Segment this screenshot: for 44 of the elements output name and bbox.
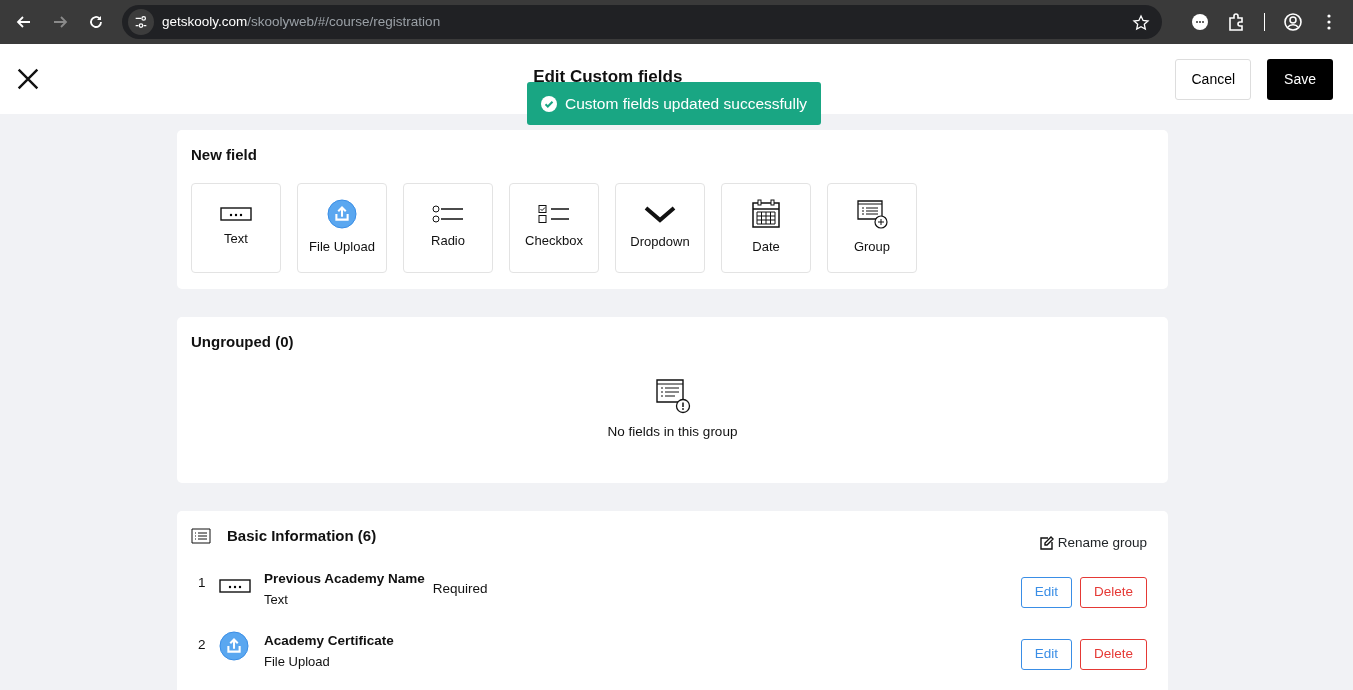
row-number: 2 <box>197 636 207 655</box>
field-type-tile[interactable]: Text <box>191 182 281 273</box>
upload-icon <box>327 198 357 229</box>
field-name: Academy Certificate <box>264 632 394 651</box>
success-toast: Custom fields updated successfully <box>527 82 822 126</box>
radio-list-icon <box>432 204 464 223</box>
card-title: New field <box>191 145 258 165</box>
input-box-icon <box>219 578 251 593</box>
reload-icon[interactable] <box>87 13 105 31</box>
group-title: Basic Information (6) <box>227 526 377 546</box>
site-settings-icon[interactable] <box>133 14 149 30</box>
field-type-tile[interactable]: Group <box>827 182 917 273</box>
field-type-tile[interactable]: Date <box>721 182 811 273</box>
star-icon[interactable] <box>1132 13 1150 32</box>
field-type-tile[interactable]: File Upload <box>297 182 387 273</box>
save-button[interactable]: Save <box>1267 58 1333 100</box>
empty-message: No fields in this group <box>607 422 738 441</box>
delete-button[interactable]: Delete <box>1079 577 1147 608</box>
address-bar-url[interactable]: getskooly.com/skoolyweb/#/course/registration <box>162 11 441 33</box>
extension-badge-icon[interactable] <box>1191 13 1209 31</box>
field-type-tile[interactable]: Radio <box>403 182 493 273</box>
field-name: Previous Academy Name <box>264 570 425 589</box>
row-number: 1 <box>197 574 207 593</box>
field-type: Text <box>264 590 289 609</box>
empty-list-icon <box>654 377 691 414</box>
check-circle-icon <box>541 95 557 112</box>
close-icon[interactable] <box>16 67 40 91</box>
card-title: Ungrouped (0) <box>191 332 295 352</box>
checklist-icon <box>538 204 570 223</box>
input-box-icon <box>220 206 252 221</box>
list-add-icon <box>856 198 888 229</box>
delete-button[interactable]: Delete <box>1079 639 1147 670</box>
list-icon <box>191 528 211 544</box>
puzzle-icon[interactable] <box>1227 13 1245 31</box>
calendar-icon <box>751 198 781 229</box>
required-label: Required <box>432 580 488 599</box>
profile-icon[interactable] <box>1284 13 1302 31</box>
field-type-tile[interactable]: Dropdown <box>615 182 705 273</box>
field-type: File Upload <box>264 652 331 671</box>
edit-icon <box>1039 536 1054 551</box>
rename-group-link[interactable]: Rename group <box>1039 533 1147 554</box>
field-type-tile[interactable]: Checkbox <box>509 182 599 273</box>
cancel-button[interactable]: Cancel <box>1175 58 1252 100</box>
upload-icon <box>219 631 249 662</box>
